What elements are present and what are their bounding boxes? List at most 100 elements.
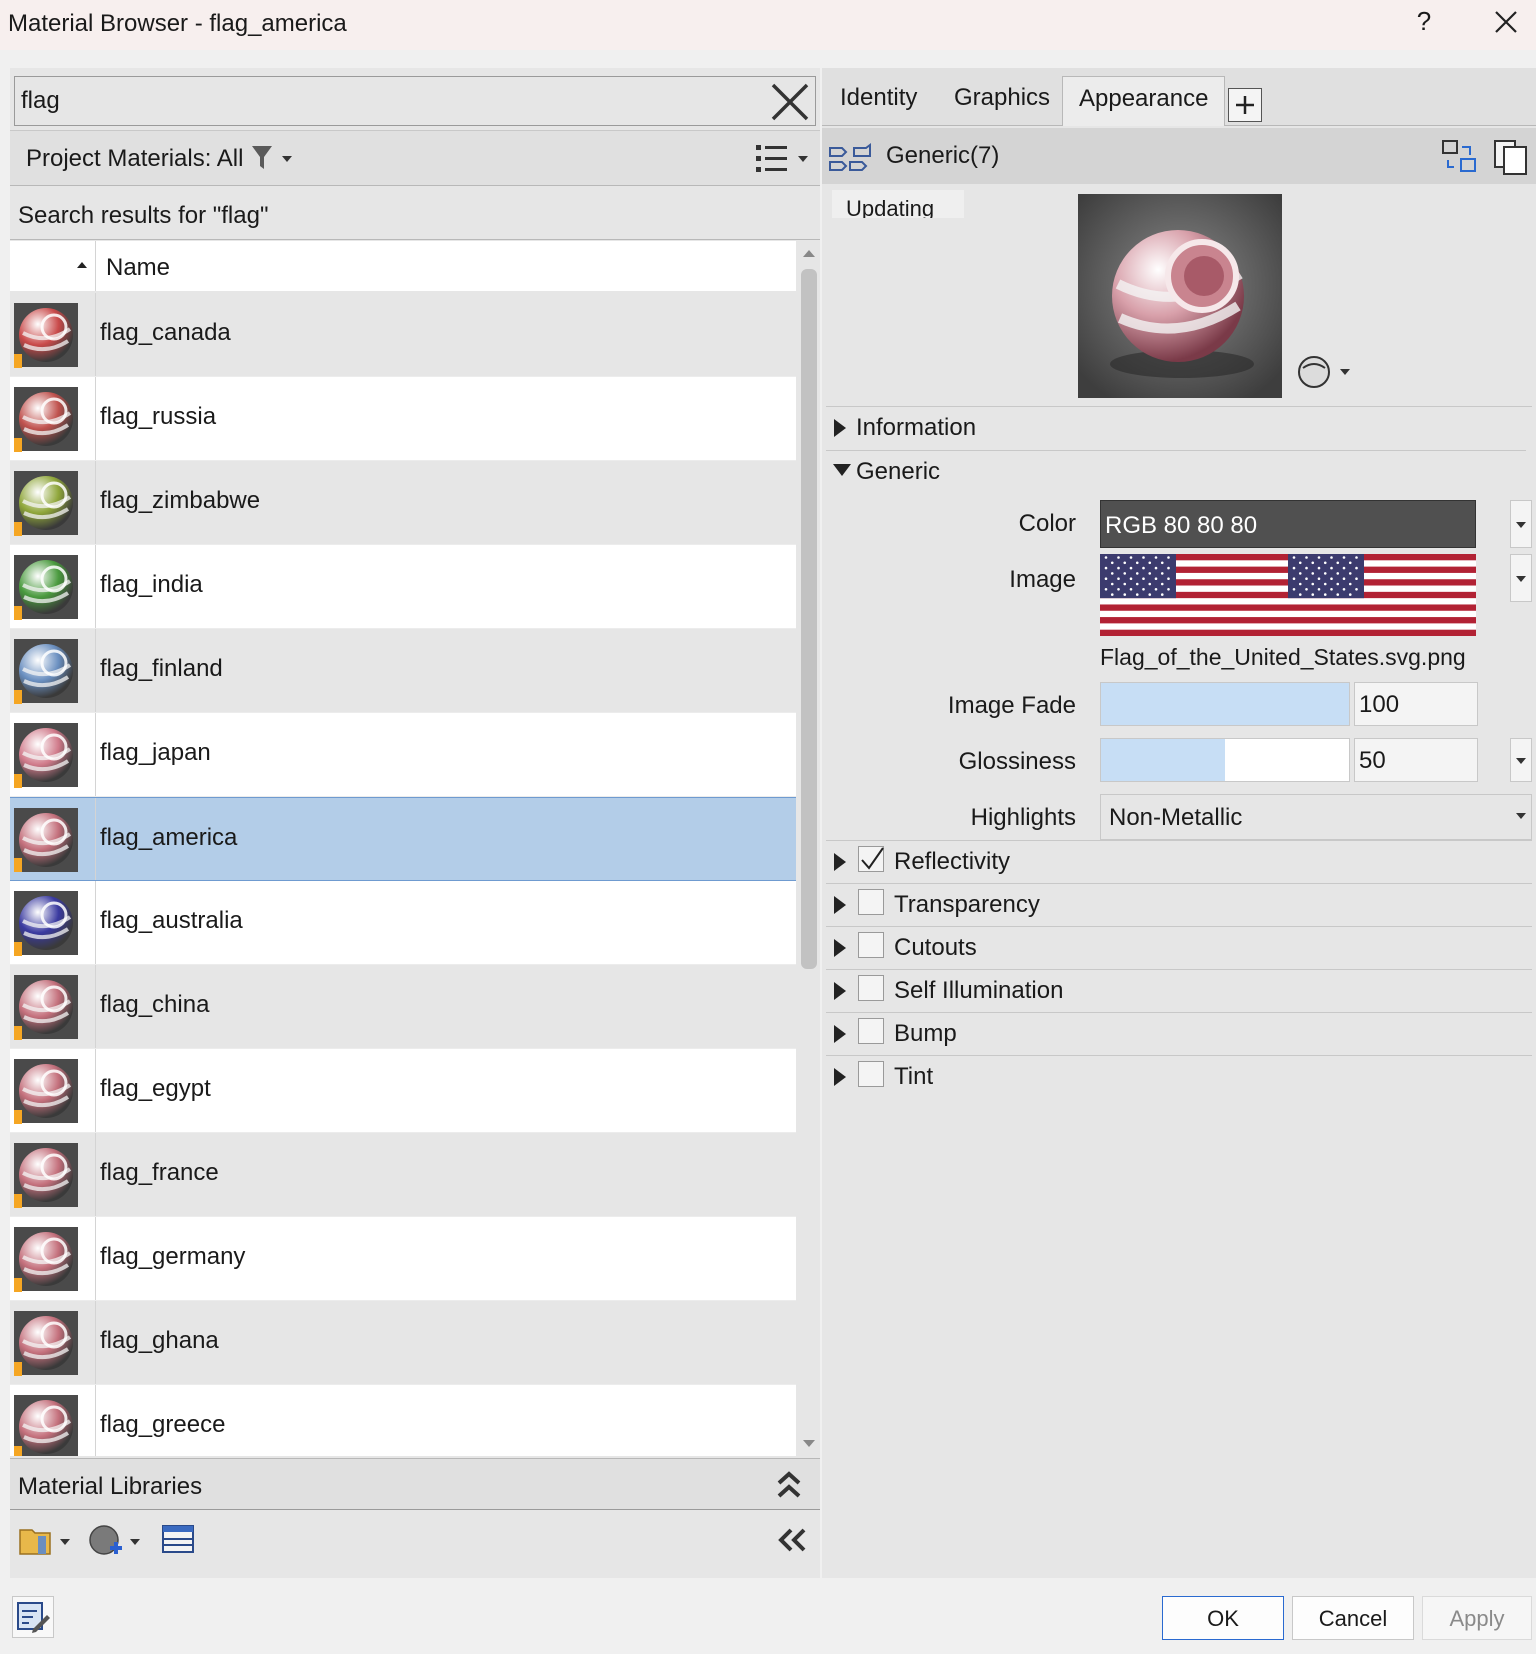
tab-identity[interactable]: Identity	[840, 84, 917, 112]
image-filename[interactable]: Flag_of_the_United_States.svg.png	[1100, 644, 1466, 671]
list-item[interactable]: flag_zimbabwe	[10, 461, 796, 545]
ok-button[interactable]: OK	[1162, 1596, 1284, 1640]
option-checkbox[interactable]	[858, 846, 884, 872]
tab-appearance[interactable]: Appearance	[1062, 76, 1226, 126]
image-fade-label: Image Fade	[947, 692, 1076, 719]
triangle-down-icon	[833, 464, 851, 476]
close-button[interactable]	[1486, 6, 1526, 42]
option-label: Bump	[894, 1020, 957, 1047]
name-column-header[interactable]: Name	[106, 254, 170, 282]
material-thumbnail-cell	[10, 377, 96, 460]
cancel-button[interactable]: Cancel	[1292, 1596, 1414, 1640]
list-scrollbar[interactable]	[798, 241, 820, 1456]
double-chevron-left-icon	[778, 1528, 806, 1552]
list-item[interactable]: flag_australia	[10, 881, 796, 965]
color-label: Color	[1018, 510, 1076, 537]
clear-search-button[interactable]	[769, 81, 811, 123]
list-item[interactable]: flag_egypt	[10, 1049, 796, 1133]
search-box	[14, 76, 816, 126]
list-item[interactable]: flag_germany	[10, 1217, 796, 1301]
color-field[interactable]: RGB 80 80 80	[1100, 500, 1476, 548]
glossiness-input[interactable]: 50	[1354, 738, 1478, 782]
divider	[826, 406, 1532, 407]
option-checkbox[interactable]	[858, 1061, 884, 1087]
glossiness-slider[interactable]	[1100, 738, 1350, 782]
list-item[interactable]: flag_india	[10, 545, 796, 629]
material-name: flag_ghana	[100, 1327, 219, 1354]
list-item[interactable]: flag_russia	[10, 377, 796, 461]
material-thumbnail-cell	[10, 1049, 96, 1132]
option-section-toggle[interactable]: Transparency	[832, 885, 1532, 925]
information-section-label: Information	[856, 414, 977, 441]
list-item[interactable]: flag_france	[10, 1133, 796, 1217]
option-checkbox[interactable]	[858, 1018, 884, 1044]
option-section-toggle[interactable]: Tint	[832, 1057, 1532, 1097]
highlights-select[interactable]: Non-Metallic	[1100, 794, 1532, 840]
option-section-toggle[interactable]: Self Illumination	[832, 971, 1532, 1011]
image-fade-input[interactable]: 100	[1354, 682, 1478, 726]
open-library-button[interactable]	[18, 1522, 74, 1558]
filter-button[interactable]	[250, 143, 302, 173]
information-section-toggle[interactable]: Information	[832, 408, 1532, 448]
option-section-toggle[interactable]: Bump	[832, 1014, 1532, 1054]
image-dropdown-button[interactable]	[1510, 554, 1532, 602]
color-dropdown-button[interactable]	[1510, 500, 1532, 548]
option-checkbox[interactable]	[858, 932, 884, 958]
list-item[interactable]: flag_canada	[10, 293, 796, 377]
material-swatch-icon	[14, 639, 78, 703]
collapse-libraries-button[interactable]	[774, 1469, 804, 1501]
add-asset-tab-button[interactable]	[1228, 88, 1262, 122]
list-item[interactable]: flag_greece	[10, 1385, 796, 1456]
material-name: flag_china	[100, 991, 210, 1018]
option-checkbox[interactable]	[858, 889, 884, 915]
scroll-thumb[interactable]	[801, 269, 817, 969]
option-label: Tint	[894, 1063, 934, 1090]
image-thumbnail[interactable]	[1100, 554, 1476, 637]
replace-asset-button[interactable]	[1440, 138, 1478, 176]
duplicate-asset-button[interactable]	[1492, 138, 1530, 176]
triangle-right-icon	[834, 853, 846, 871]
scroll-down-icon[interactable]	[802, 1438, 816, 1450]
option-section-toggle[interactable]: Reflectivity	[832, 842, 1532, 882]
material-list: flag_canada flag_russia flag_zimbabwe flag_…	[10, 293, 796, 1456]
material-libraries-label: Material Libraries	[18, 1473, 203, 1500]
scroll-up-icon[interactable]	[802, 247, 816, 259]
material-libraries-header: Material Libraries	[10, 1458, 820, 1510]
material-editor-toggle-button[interactable]	[12, 1596, 54, 1638]
divider	[826, 883, 1532, 884]
material-name: flag_canada	[100, 319, 231, 346]
list-item[interactable]: flag_finland	[10, 629, 796, 713]
search-input[interactable]	[21, 83, 761, 119]
material-thumbnail-cell	[10, 1301, 96, 1384]
material-swatch-icon	[14, 555, 78, 619]
hide-library-tree-button[interactable]	[774, 1522, 810, 1558]
generic-section-toggle[interactable]: Generic	[832, 452, 1532, 492]
triangle-right-icon	[834, 419, 846, 437]
material-swatch-icon	[14, 471, 78, 535]
material-swatch-icon	[14, 975, 78, 1039]
list-item[interactable]: flag_china	[10, 965, 796, 1049]
glossiness-dropdown-button[interactable]	[1510, 738, 1532, 782]
list-item[interactable]: flag_ghana	[10, 1301, 796, 1385]
preview-options-button[interactable]	[1296, 354, 1354, 390]
material-thumbnail-cell	[10, 965, 96, 1048]
list-item[interactable]: flag_america	[10, 797, 796, 881]
image-label: Image	[1009, 566, 1076, 593]
apply-button[interactable]: Apply	[1422, 1596, 1532, 1640]
tab-graphics[interactable]: Graphics	[954, 84, 1050, 112]
warning-icon	[14, 690, 22, 704]
warning-icon	[14, 858, 22, 872]
create-material-button[interactable]	[88, 1522, 144, 1558]
option-section-toggle[interactable]: Cutouts	[832, 928, 1532, 968]
library-panel-button[interactable]	[160, 1522, 200, 1558]
highlights-value: Non-Metallic	[1109, 804, 1243, 831]
option-checkbox[interactable]	[858, 975, 884, 1001]
help-button[interactable]: ?	[1404, 6, 1444, 37]
material-thumbnail-cell	[10, 629, 96, 712]
image-fade-slider[interactable]	[1100, 682, 1350, 726]
sort-toggle[interactable]	[10, 241, 96, 291]
view-options-button[interactable]	[754, 141, 814, 177]
generic-section-label: Generic	[856, 458, 941, 485]
list-item[interactable]: flag_japan	[10, 713, 796, 797]
project-materials-label: Project Materials: All	[26, 145, 244, 172]
